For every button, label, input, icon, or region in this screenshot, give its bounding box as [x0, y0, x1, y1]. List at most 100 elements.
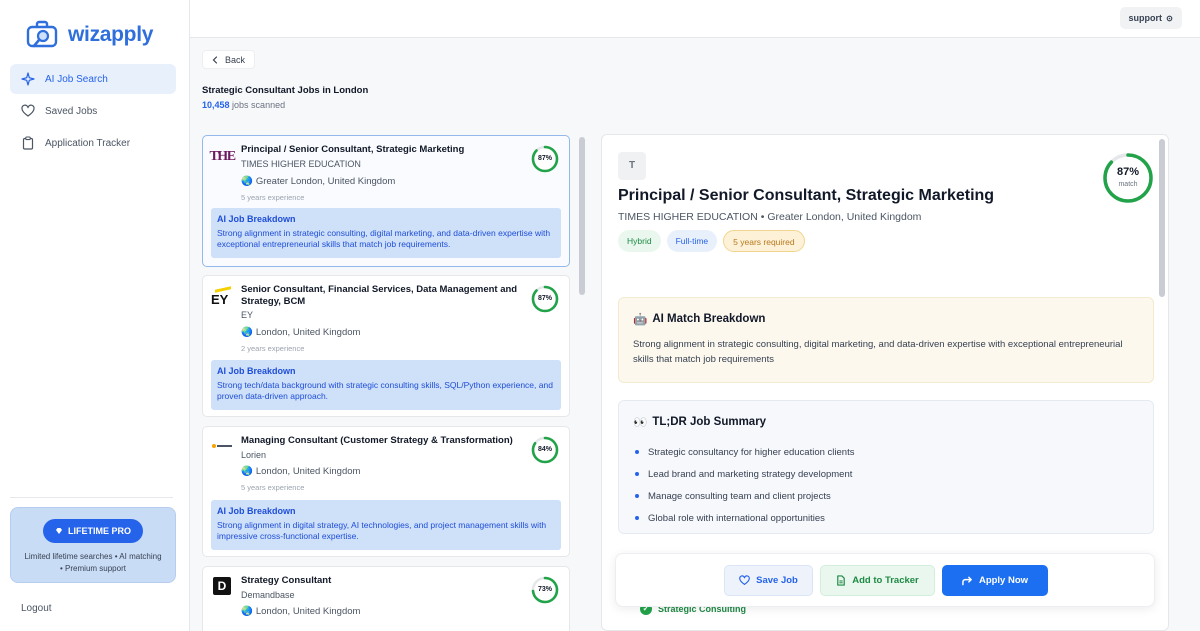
app-name: wizapply: [68, 23, 154, 46]
tldr-item: Manage consulting team and client projec…: [633, 485, 1139, 507]
ai-match-title-text: AI Match Breakdown: [652, 313, 766, 325]
add-to-tracker-button[interactable]: Add to Tracker: [820, 565, 935, 596]
tldr-list: Strategic consultancy for higher educati…: [633, 441, 1139, 529]
save-job-label: Save Job: [756, 575, 798, 586]
job-company: EY: [241, 310, 254, 320]
app-logo[interactable]: wizapply: [26, 20, 153, 50]
gear-icon: [1166, 15, 1173, 21]
company-logo-text: D: [217, 579, 227, 593]
page-title: Strategic Consultant Jobs in London: [202, 85, 369, 96]
lorien-logo-icon: [212, 442, 232, 450]
job-company: TIMES HIGHER EDUCATION: [241, 159, 361, 169]
job-title: Senior Consultant, Financial Services, D…: [241, 284, 518, 307]
sidebar-item-ai-job-search[interactable]: AI Job Search: [10, 64, 176, 94]
job-title: Principal / Senior Consultant, Strategic…: [241, 144, 465, 155]
job-tags: Hybrid Full-time 5 years required: [618, 230, 805, 252]
job-card[interactable]: EY Senior Consultant, Financial Services…: [202, 275, 570, 417]
apply-now-label: Apply Now: [978, 575, 1029, 586]
ai-match-title: 🤖 AI Match Breakdown: [633, 312, 1139, 326]
company-logo-text: EY: [211, 292, 229, 307]
match-score: 87%: [537, 295, 552, 302]
job-location-text: London, United Kingdom: [255, 466, 361, 477]
sidebar-item-label: Application Tracker: [45, 137, 131, 149]
job-experience: 2 years experience: [241, 344, 305, 353]
scanned-label: jobs scanned: [232, 100, 286, 110]
ai-match-text: Strong alignment in strategic consulting…: [633, 339, 1123, 365]
job-location-text: London, United Kingdom: [255, 606, 361, 617]
support-label: support: [1128, 13, 1163, 23]
tag-experience: 5 years required: [723, 230, 805, 252]
sidebar-item-label: AI Job Search: [45, 73, 108, 85]
detail-job-title: Principal / Senior Consultant, Strategic…: [618, 187, 995, 204]
tldr-item: Lead brand and marketing strategy develo…: [633, 463, 1139, 485]
job-experience: 5 years experience: [241, 483, 305, 492]
support-button[interactable]: support: [1119, 7, 1182, 29]
match-score-ring-large: 87% match: [1102, 152, 1154, 204]
job-list: THE Principal / Senior Consultant, Strat…: [202, 135, 570, 631]
detail-company-location: TIMES HIGHER EDUCATION • Greater London,…: [618, 211, 922, 223]
tldr-item: Global role with international opportuni…: [633, 507, 1139, 529]
sidebar-item-label: Saved Jobs: [45, 105, 98, 117]
company-logo: D: [211, 575, 233, 597]
breakdown-text: Strong tech/data background with strateg…: [217, 380, 553, 401]
match-label: match: [1118, 181, 1138, 188]
tldr-title-text: TL;DR Job Summary: [652, 416, 767, 428]
heart-icon: [21, 104, 35, 117]
breakdown-text: Strong alignment in digital strategy, AI…: [217, 520, 547, 541]
add-to-tracker-label: Add to Tracker: [852, 575, 919, 586]
match-score: 87%: [537, 155, 552, 162]
apply-now-button[interactable]: Apply Now: [942, 565, 1048, 596]
company-logo: EY: [211, 286, 233, 310]
job-location: 🌏 Greater London, United Kingdom: [241, 176, 395, 187]
company-logo: THE: [209, 146, 236, 168]
chevron-left-icon: [212, 55, 218, 64]
match-score: 73%: [537, 586, 552, 593]
globe-icon: 🌏: [241, 606, 253, 617]
heart-icon: [739, 575, 750, 586]
robot-icon: 🤖: [633, 314, 648, 326]
detail-scrollbar[interactable]: [1159, 139, 1165, 297]
sidebar: wizapply AI Job Search Saved Jobs Applic…: [0, 0, 190, 631]
tldr-summary: 👀 TL;DR Job Summary Strategic consultanc…: [618, 400, 1154, 534]
job-list-scrollbar[interactable]: [579, 137, 585, 295]
document-icon: [837, 575, 846, 586]
job-title: Strategy Consultant: [241, 575, 332, 586]
detail-company-logo: T: [618, 152, 646, 180]
job-card[interactable]: Managing Consultant (Customer Strategy &…: [202, 426, 570, 557]
scanned-number: 10,458: [202, 100, 230, 110]
lifetime-pro-description: Limited lifetime searches • AI matching …: [24, 552, 162, 573]
ai-job-breakdown: AI Job Breakdown Strong alignment in str…: [211, 208, 561, 258]
job-card[interactable]: THE Principal / Senior Consultant, Strat…: [202, 135, 570, 267]
job-location-text: Greater London, United Kingdom: [255, 176, 396, 187]
share-arrow-icon: [962, 576, 972, 585]
ai-job-breakdown: AI Job Breakdown Strong alignment in dig…: [211, 500, 561, 550]
sidebar-item-saved-jobs[interactable]: Saved Jobs: [10, 96, 176, 126]
job-location-text: London, United Kingdom: [255, 327, 361, 338]
job-location: 🌏 London, United Kingdom: [241, 466, 360, 477]
match-score-ring: 84%: [531, 436, 559, 464]
match-score: 87%: [1116, 166, 1140, 178]
job-experience: 5 years experience: [241, 193, 305, 202]
lifetime-pro-button[interactable]: LIFETIME PRO: [43, 519, 143, 543]
breakdown-title: AI Job Breakdown: [217, 366, 296, 376]
diamond-icon: [56, 528, 62, 534]
globe-icon: 🌏: [241, 176, 253, 187]
company-logo: [211, 435, 233, 457]
back-button[interactable]: Back: [202, 50, 256, 69]
save-job-button[interactable]: Save Job: [724, 565, 813, 596]
match-score: 84%: [537, 446, 552, 453]
breakdown-title: AI Job Breakdown: [217, 506, 296, 516]
match-score-ring: 87%: [531, 145, 559, 173]
breakdown-title: AI Job Breakdown: [217, 214, 296, 224]
job-card[interactable]: D Strategy Consultant Demandbase 🌏 Londo…: [202, 566, 570, 631]
sidebar-item-application-tracker[interactable]: Application Tracker: [10, 128, 176, 158]
sidebar-nav: AI Job Search Saved Jobs Application Tra…: [10, 64, 176, 160]
sparkle-icon: [21, 72, 35, 86]
action-bar: Save Job Add to Tracker Apply Now: [615, 553, 1155, 607]
company-logo-text: THE: [209, 149, 236, 164]
match-score-ring: 87%: [531, 285, 559, 313]
back-label: Back: [225, 54, 246, 65]
globe-icon: 🌏: [241, 327, 253, 338]
tag-full-time: Full-time: [666, 230, 718, 252]
logout-link[interactable]: Logout: [21, 603, 52, 614]
